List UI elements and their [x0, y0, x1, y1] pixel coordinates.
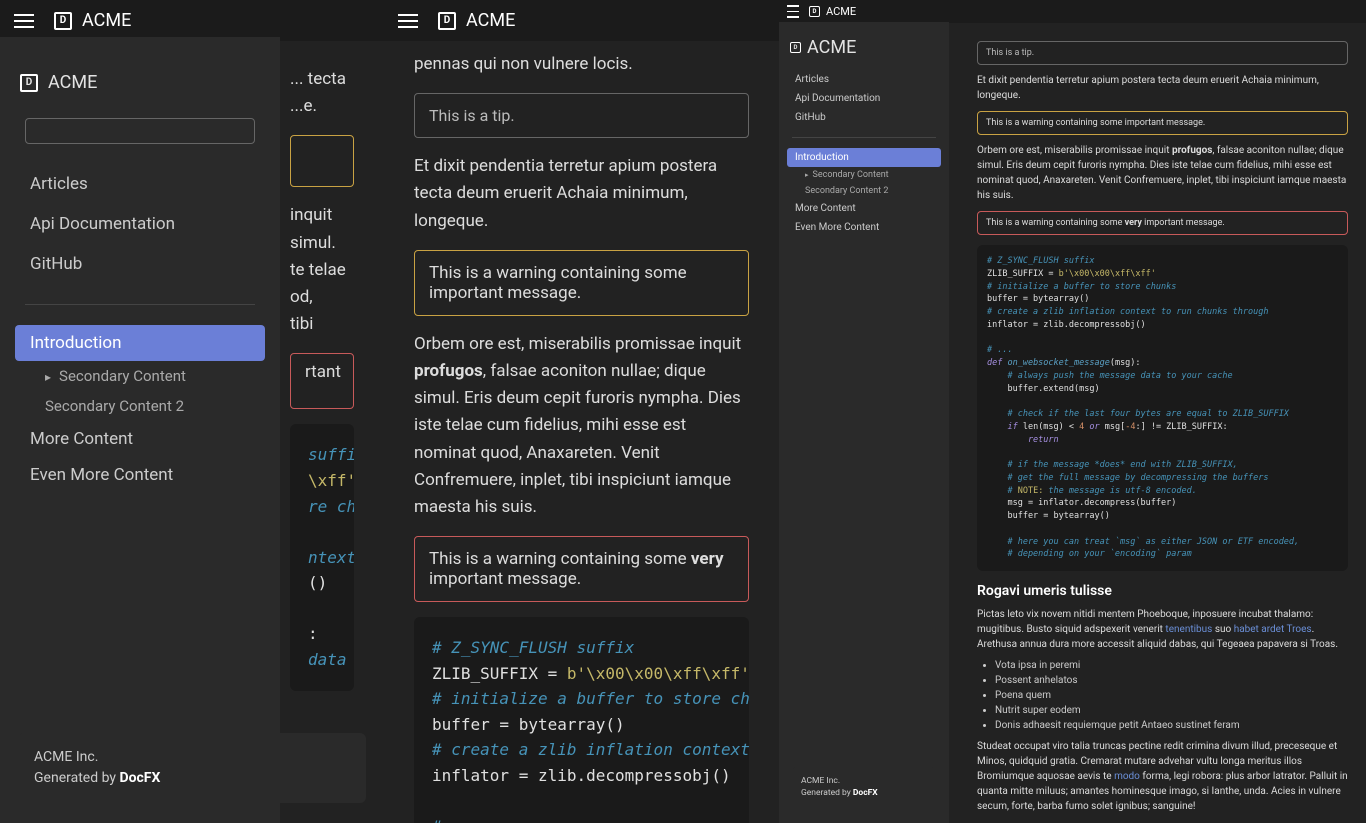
logo-icon: D: [20, 74, 38, 92]
viewport-medium: D ACME D ACME Articles Api Documentation…: [0, 0, 384, 823]
paragraph: Studeat occupat viro talia truncas pecti…: [977, 739, 1348, 814]
divider: [792, 137, 936, 138]
divider: [25, 304, 255, 305]
header: D ACME: [0, 0, 384, 41]
paragraph: Orbem ore est, miserabilis promissae inq…: [414, 331, 749, 521]
heading: Rogavi umeris tulisse: [977, 583, 1348, 599]
sidebar: D ACME Articles Api Documentation GitHub…: [0, 37, 280, 823]
paragraph: Pictas leto vix novem nitidi mentem Phoe…: [977, 607, 1348, 652]
warning-box: [290, 135, 354, 187]
toc-secondary[interactable]: ▸Secondary Content: [15, 361, 265, 391]
brand: ACME: [826, 5, 856, 18]
warning-box-red: This is a warning containing some very i…: [414, 536, 749, 602]
header: D ACME: [779, 0, 1366, 23]
hamburger-icon[interactable]: [14, 14, 34, 28]
brand: ACME: [82, 10, 131, 31]
header: D ACME: [384, 0, 779, 41]
toc-more[interactable]: More Content: [787, 199, 941, 218]
link[interactable]: tenentibus: [1165, 624, 1212, 635]
toc-evenmore[interactable]: Even More Content: [15, 457, 265, 493]
hamburger-icon[interactable]: [398, 14, 418, 28]
nav-api[interactable]: Api Documentation: [787, 89, 941, 108]
warning-box-red: This is a warning containing some very i…: [977, 211, 1348, 235]
toc-introduction[interactable]: Introduction: [15, 325, 265, 361]
logo-icon: D: [438, 12, 456, 30]
toc-secondary2[interactable]: Secondary Content 2: [787, 183, 941, 199]
toc-introduction[interactable]: Introduction: [787, 148, 941, 167]
paragraph: Et dixit pendentia terretur apium poster…: [414, 153, 749, 235]
list-item: Possent anhelatos: [995, 673, 1348, 688]
warning-box-red: rtant: [290, 353, 354, 409]
code-block: # Z_SYNC_FLUSH suffix ZLIB_SUFFIX = b'\x…: [977, 245, 1348, 571]
code-block: # Z_SYNC_FLUSH suffix ZLIB_SUFFIX = b'\x…: [414, 617, 749, 823]
nav-articles[interactable]: Articles: [787, 70, 941, 89]
toc-evenmore[interactable]: Even More Content: [787, 218, 941, 237]
hamburger-icon[interactable]: [787, 5, 799, 18]
search-box[interactable]: [25, 118, 255, 144]
paragraph: Et dixit pendentia terretur apium poster…: [977, 73, 1348, 103]
chevron-right-icon: ▸: [45, 370, 51, 384]
chevron-right-icon: ▸: [805, 171, 809, 179]
brand: ACME: [466, 10, 515, 31]
list-item: Nutrit super eodem: [995, 703, 1348, 718]
list: Vota ipsa in peremi Possent anhelatos Po…: [995, 658, 1348, 733]
tip-box: This is a tip.: [414, 93, 749, 138]
list-item: Donis adhaesit requiemque petit Antaeo s…: [995, 718, 1348, 733]
viewport-desktop: D ACME D ACME Articles Api Documentation…: [779, 0, 1366, 823]
nav-github[interactable]: GitHub: [787, 108, 941, 127]
warning-box: This is a warning containing some import…: [414, 250, 749, 316]
logo-icon: D: [54, 12, 72, 30]
toc-more[interactable]: More Content: [15, 421, 265, 457]
footer: ACME Inc. Generated by DocFX: [791, 767, 936, 809]
paragraph: Orbem ore est, miserabilis promissae inq…: [977, 143, 1348, 203]
logo-icon: D: [790, 42, 801, 53]
paragraph: ... tecta ...e.: [290, 66, 354, 120]
paragraph: inquitsimul.te telaeod,tibi: [290, 202, 354, 338]
tip-box: This is a tip.: [977, 41, 1348, 65]
nav-api[interactable]: Api Documentation: [15, 204, 265, 244]
nav-articles[interactable]: Articles: [15, 164, 265, 204]
list-item: Poena quem: [995, 688, 1348, 703]
warning-box: This is a warning containing some import…: [977, 111, 1348, 135]
link[interactable]: habet ardet Troes: [1234, 624, 1312, 635]
brand: ACME: [807, 37, 856, 58]
sidebar: D ACME Articles Api Documentation GitHub…: [779, 22, 949, 823]
link[interactable]: modo: [1114, 771, 1140, 782]
logo-icon: D: [809, 6, 820, 17]
nav-github[interactable]: GitHub: [15, 244, 265, 284]
paragraph: pennas qui non vulnere locis.: [414, 51, 749, 78]
brand: ACME: [48, 72, 97, 93]
toc-secondary[interactable]: ▸Secondary Content: [787, 167, 941, 183]
code-block: suffix \xff' re chu ntext () : data t: [290, 424, 354, 690]
toc-secondary2[interactable]: Secondary Content 2: [15, 391, 265, 421]
list-item: Vota ipsa in peremi: [995, 658, 1348, 673]
footer: ACME Inc. Generated by DocFX: [18, 733, 366, 803]
viewport-medium-content: D ACME pennas qui non vulnere locis. Thi…: [384, 0, 779, 823]
